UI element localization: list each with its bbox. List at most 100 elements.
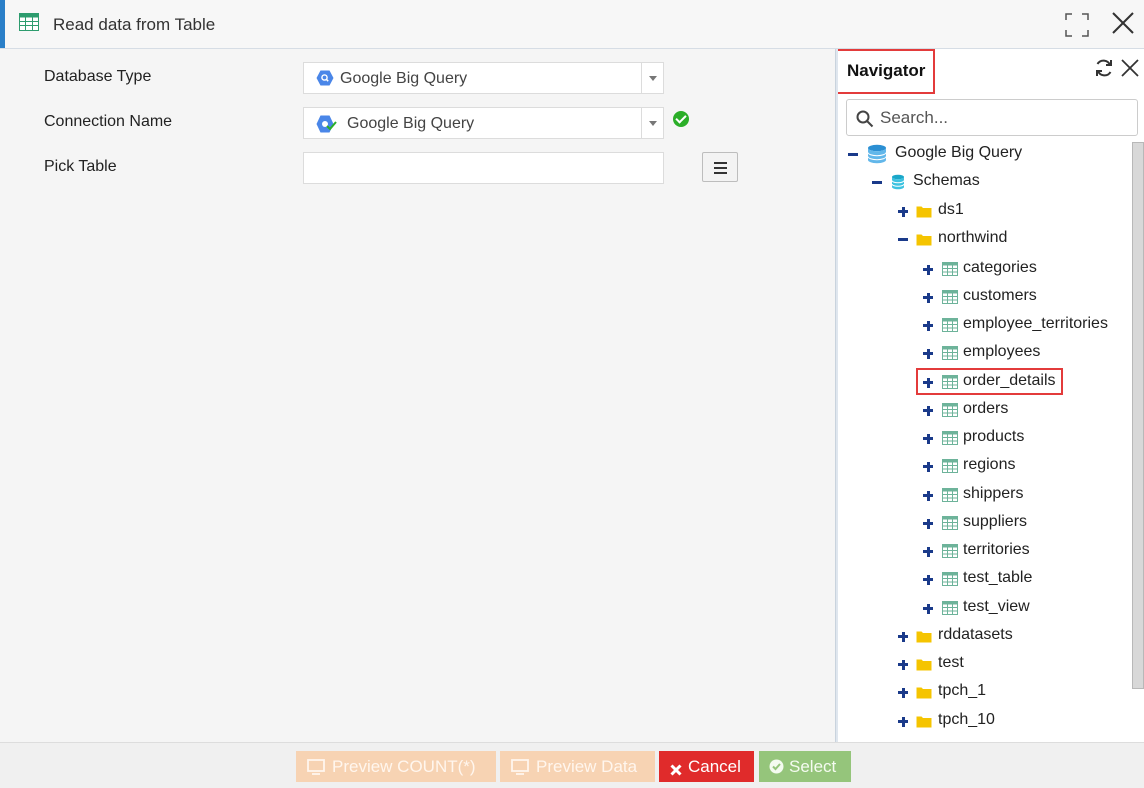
tree-item-categories[interactable]: categories	[838, 257, 1128, 281]
close-icon[interactable]	[1121, 59, 1139, 82]
table-icon	[942, 431, 958, 450]
tree-item-rddatasets[interactable]: rddatasets	[838, 624, 1128, 648]
maximize-icon[interactable]	[1065, 13, 1089, 42]
pick-table-input[interactable]	[303, 152, 664, 184]
table-icon	[942, 459, 958, 478]
preview-data-button[interactable]: Preview Data	[500, 751, 655, 782]
tree-item-test-view[interactable]: test_view	[838, 596, 1128, 620]
select-button[interactable]: Select	[759, 751, 851, 782]
expand-icon[interactable]	[896, 199, 910, 223]
tree-item-label: tpch_1	[938, 682, 987, 699]
collapse-icon[interactable]	[896, 227, 910, 251]
tree-item-orders[interactable]: orders	[838, 398, 1128, 422]
pick-table-menu-button[interactable]	[702, 152, 738, 182]
connection-name-select[interactable]: Google Big Query	[303, 107, 664, 139]
expand-icon[interactable]	[921, 285, 935, 309]
expand-icon[interactable]	[921, 483, 935, 507]
expand-icon[interactable]	[921, 596, 935, 620]
table-icon	[942, 516, 958, 535]
tree-item-employees[interactable]: employees	[838, 341, 1128, 365]
database-type-select[interactable]: Google Big Query	[303, 62, 664, 94]
table-icon	[942, 601, 958, 620]
tree-item-label: products	[963, 428, 1025, 445]
tree-item-label: test_table	[963, 569, 1033, 586]
tree-item-label: Google Big Query	[895, 144, 1023, 161]
expand-icon[interactable]	[921, 426, 935, 450]
folder-icon	[916, 629, 932, 648]
schema-stack-icon	[890, 174, 906, 195]
expand-icon[interactable]	[921, 398, 935, 422]
expand-icon[interactable]	[921, 567, 935, 591]
tree-item-schemas[interactable]: Schemas	[838, 170, 1128, 194]
table-icon	[19, 13, 39, 36]
tree-item-shippers[interactable]: shippers	[838, 483, 1128, 507]
database-type-label: Database Type	[44, 68, 152, 85]
tree-item-label: employee_territories	[963, 315, 1108, 332]
tree-item-regions[interactable]: regions	[838, 454, 1128, 478]
expand-icon[interactable]	[921, 341, 935, 365]
close-window-icon[interactable]	[1112, 12, 1134, 39]
expand-icon[interactable]	[921, 454, 935, 478]
expand-icon[interactable]	[921, 511, 935, 535]
table-icon	[942, 346, 958, 365]
expand-icon[interactable]	[896, 652, 910, 676]
database-type-value: Google Big Query	[340, 70, 468, 87]
title-bar: Read data from Table	[0, 0, 1144, 49]
tree-item-territories[interactable]: territories	[838, 539, 1128, 563]
navigator-title: Navigator	[847, 61, 926, 80]
tree-item-label: categories	[963, 259, 1037, 276]
expand-icon[interactable]	[921, 313, 935, 337]
hamburger-icon	[714, 162, 727, 164]
expand-icon[interactable]	[896, 624, 910, 648]
navigator-scrollbar[interactable]	[1132, 142, 1144, 689]
tree-item-label: test_view	[963, 598, 1030, 615]
tree-item-label: employees	[963, 343, 1041, 360]
expand-icon[interactable]	[896, 680, 910, 704]
tree-item-label: tpch_10	[938, 711, 995, 728]
table-icon	[942, 262, 958, 281]
tree-item-northwind[interactable]: northwind	[838, 227, 1128, 251]
table-icon	[942, 544, 958, 563]
connection-name-value: Google Big Query	[347, 115, 475, 132]
tree-item-products[interactable]: products	[838, 426, 1128, 450]
tree-item-test-table[interactable]: test_table	[838, 567, 1128, 591]
chevron-down-icon[interactable]	[641, 63, 663, 93]
tree-item-ds1[interactable]: ds1	[838, 199, 1128, 223]
folder-icon	[916, 204, 932, 223]
tree-item-label: Schemas	[913, 172, 980, 189]
cancel-button[interactable]: Cancel	[659, 751, 754, 782]
tree-item-test[interactable]: test	[838, 652, 1128, 676]
search-icon	[856, 110, 874, 133]
monitor-icon	[511, 759, 529, 780]
expand-icon[interactable]	[921, 539, 935, 563]
collapse-icon[interactable]	[870, 170, 884, 194]
tree-item-label: test	[938, 654, 964, 671]
tree-item-tpch-1[interactable]: tpch_1	[838, 680, 1128, 704]
tree-item-label: regions	[963, 456, 1016, 473]
table-icon	[942, 572, 958, 591]
database-icon	[866, 144, 888, 169]
preview-count-button[interactable]: Preview COUNT(*)	[296, 751, 496, 782]
tree-item-tpch-10[interactable]: tpch_10	[838, 709, 1128, 733]
expand-icon[interactable]	[921, 257, 935, 281]
navigator-header: Navigator	[838, 49, 1144, 94]
tree-item-suppliers[interactable]: suppliers	[838, 511, 1128, 535]
table-icon	[942, 290, 958, 309]
dialog-footer: Preview COUNT(*) Preview Data Cancel Sel…	[0, 742, 1144, 788]
connection-form: Database Type Google Big Query Connectio…	[0, 49, 835, 742]
table-icon	[942, 488, 958, 507]
refresh-icon[interactable]	[1094, 58, 1114, 83]
pick-table-label: Pick Table	[44, 158, 117, 175]
chevron-down-icon[interactable]	[641, 108, 663, 138]
cancel-label: Cancel	[688, 757, 741, 776]
connection-ok-icon	[673, 111, 689, 127]
bigquery-icon	[316, 70, 334, 91]
search-input[interactable]	[880, 104, 1130, 132]
tree-item-google-big-query[interactable]: Google Big Query	[838, 142, 1128, 166]
tree-item-customers[interactable]: customers	[838, 285, 1128, 309]
expand-icon[interactable]	[896, 709, 910, 733]
collapse-icon[interactable]	[846, 142, 860, 166]
navigator-search[interactable]	[846, 99, 1138, 136]
tree-item-employee-territories[interactable]: employee_territories	[838, 313, 1128, 337]
times-icon	[670, 761, 682, 781]
